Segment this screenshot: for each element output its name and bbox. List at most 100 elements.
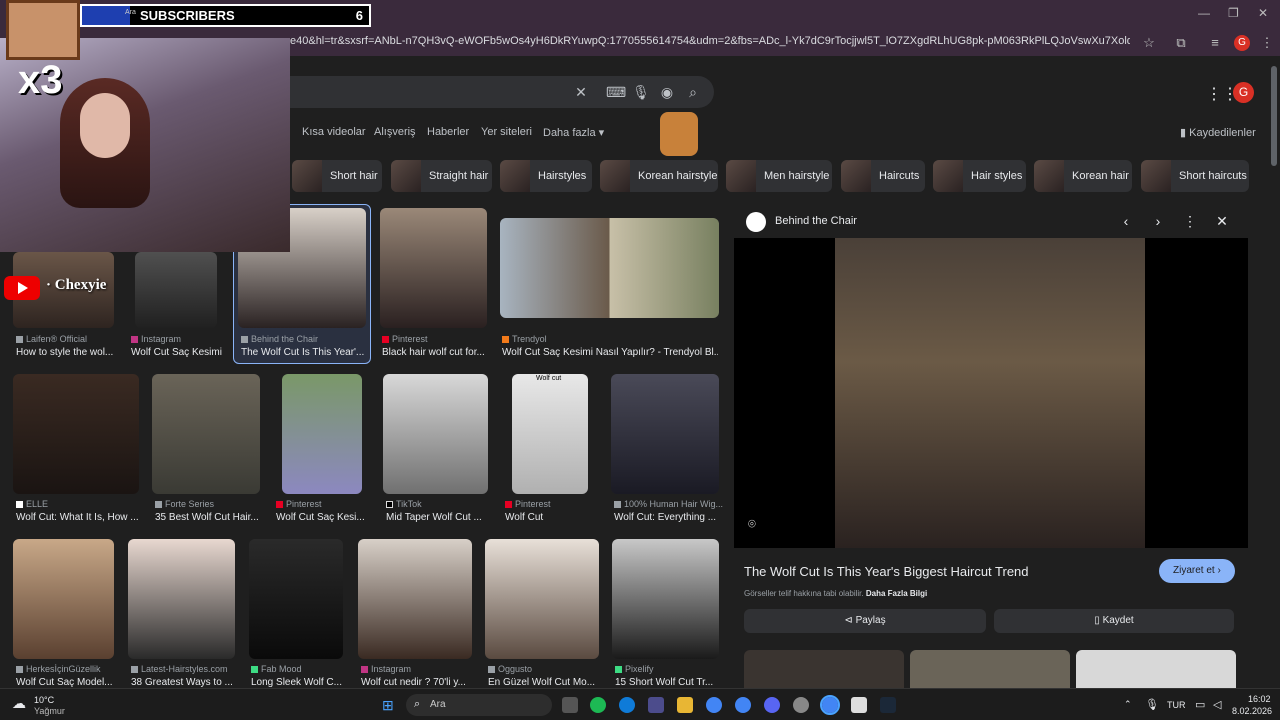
result-title[interactable]: The Wolf Cut Is This Year'... [241, 347, 366, 358]
result-title[interactable]: Wolf Cut: Everything ... [614, 512, 718, 523]
result-image[interactable] [611, 374, 719, 494]
file-explorer-icon[interactable] [677, 697, 693, 713]
spotify-icon[interactable] [590, 697, 606, 713]
chip-short-haircuts[interactable]: Short haircuts [1141, 160, 1249, 192]
language-indicator[interactable]: TUR [1167, 700, 1186, 710]
maximize-icon[interactable]: ❐ [1228, 6, 1239, 20]
result-title[interactable]: Black hair wolf cut for... [382, 347, 486, 358]
result-image[interactable] [152, 374, 260, 494]
preview-source[interactable]: Behind the Chair [775, 215, 857, 227]
media-icon[interactable]: ≡ [1206, 34, 1224, 52]
clock-date[interactable]: 8.02.2026 [1232, 706, 1272, 716]
profile-icon[interactable]: G [1234, 35, 1250, 51]
share-button[interactable]: ⊲ Paylaş [744, 609, 986, 633]
taskbar-search[interactable]: ⌕ Ara [406, 694, 552, 716]
result-image[interactable] [358, 539, 472, 659]
weather-desc[interactable]: Yağmur [34, 706, 65, 716]
result-title[interactable]: 15 Short Wolf Cut Tr... [615, 677, 719, 688]
tab-more[interactable]: Daha fazla ▾ [543, 126, 604, 139]
related-image[interactable] [744, 650, 904, 688]
visit-button[interactable]: Ziyaret et › [1159, 559, 1235, 583]
chip-short-hair[interactable]: Short hair [292, 160, 382, 192]
chrome-icon[interactable] [706, 697, 722, 713]
clear-icon[interactable]: ✕ [572, 83, 590, 101]
result-image[interactable] [612, 539, 719, 659]
result-image[interactable] [500, 218, 719, 318]
steam-icon[interactable] [880, 697, 896, 713]
chrome-active-icon[interactable] [820, 695, 840, 715]
result-title[interactable]: How to style the wol... [16, 347, 116, 358]
preview-title[interactable]: The Wolf Cut Is This Year's Biggest Hair… [744, 564, 1029, 579]
result-image[interactable] [485, 539, 599, 659]
settings-icon[interactable] [793, 697, 809, 713]
more-info-link[interactable]: Daha Fazla Bilgi [866, 589, 927, 598]
chip-haircuts[interactable]: Haircuts [841, 160, 925, 192]
preview-image-frame[interactable]: ⌾ [734, 238, 1248, 548]
network-icon[interactable]: ▭ [1195, 698, 1205, 711]
apps-grid-icon[interactable]: ⋮⋮ [1206, 84, 1238, 103]
more-options-icon[interactable]: ⋮ [1181, 212, 1199, 230]
store-icon[interactable] [648, 697, 664, 713]
tab-news[interactable]: Haberler [427, 126, 469, 138]
volume-icon[interactable]: ◁ [1213, 698, 1221, 711]
next-icon[interactable]: › [1149, 212, 1167, 230]
tab-short-videos[interactable]: Kısa videolar [302, 126, 366, 138]
result-title[interactable]: Wolf Cut Saç Kesi... [276, 512, 364, 523]
url-text[interactable]: e40&hl=tr&sxsrf=ANbL-n7QH3vQ-eWOFb5wOs4y… [290, 35, 1130, 47]
result-title[interactable]: Wolf Cut Saç Kesimi [131, 347, 231, 358]
result-image[interactable] [380, 208, 487, 328]
saved-link[interactable]: ▮ Kaydedilenler [1180, 126, 1256, 139]
save-button[interactable]: ▯ Kaydet [994, 609, 1234, 633]
close-window-icon[interactable]: ✕ [1258, 6, 1268, 20]
discord-icon[interactable] [764, 697, 780, 713]
page-scrollbar[interactable] [1268, 56, 1280, 688]
result-title[interactable]: En Güzel Wolf Cut Mo... [488, 677, 598, 688]
start-icon[interactable]: ⊞ [382, 697, 398, 713]
result-title[interactable]: Wolf Cut: What It Is, How ... [16, 512, 138, 523]
chip-hairstyles[interactable]: Hairstyles [500, 160, 592, 192]
search-icon[interactable]: ⌕ [684, 83, 702, 101]
result-title[interactable]: 35 Best Wolf Cut Hair... [155, 512, 259, 523]
result-title[interactable]: Wolf Cut Saç Kesimi Nasıl Yapılır? - Tre… [502, 347, 718, 358]
related-image[interactable] [910, 650, 1070, 688]
preview-image[interactable] [835, 238, 1145, 548]
result-image[interactable] [13, 539, 114, 659]
lens-search-icon[interactable]: ⌾ [748, 516, 756, 532]
search-input[interactable]: ✕ ⌨ 🎙 ◉ ⌕ [270, 76, 714, 108]
result-title[interactable]: Long Sleek Wolf C... [251, 677, 343, 688]
result-title[interactable]: Wolf Cut Saç Model... [16, 677, 116, 688]
chip-hair-styles[interactable]: Hair styles [933, 160, 1026, 192]
task-view-icon[interactable] [562, 697, 578, 713]
chip-straight-hair[interactable]: Straight hair [391, 160, 492, 192]
chrome-profile-icon[interactable] [735, 697, 751, 713]
avatar[interactable]: G [1233, 82, 1254, 103]
result-title[interactable]: 38 Greatest Ways to ... [131, 677, 235, 688]
result-image[interactable] [249, 539, 343, 659]
minimize-icon[interactable]: — [1198, 6, 1210, 20]
related-image[interactable] [1076, 650, 1236, 688]
result-title[interactable]: Wolf Cut [505, 512, 595, 523]
lens-icon[interactable]: ◉ [658, 83, 676, 101]
bookmark-star-icon[interactable]: ☆ [1140, 34, 1158, 52]
result-title[interactable]: Wolf cut nedir ? 70'li y... [361, 677, 471, 688]
previous-icon[interactable]: ‹ [1117, 212, 1135, 230]
result-image[interactable] [282, 374, 362, 494]
chip-men-hairstyle[interactable]: Men hairstyle [726, 160, 832, 192]
menu-dots-icon[interactable]: ⋮ [1258, 34, 1276, 52]
edge-icon[interactable] [619, 697, 635, 713]
extensions-icon[interactable]: ⧉ [1172, 34, 1190, 52]
close-icon[interactable]: ✕ [1213, 212, 1231, 230]
microphone-tray-icon[interactable]: 🎙 [1145, 698, 1159, 711]
result-image[interactable] [128, 539, 235, 659]
clock-time[interactable]: 16:02 [1248, 694, 1271, 704]
streamlabs-icon[interactable] [851, 697, 867, 713]
result-image[interactable] [135, 252, 217, 328]
result-image[interactable] [512, 374, 588, 494]
result-title[interactable]: Mid Taper Wolf Cut ... [386, 512, 488, 523]
microphone-icon[interactable]: 🎙 [632, 83, 650, 101]
tab-places[interactable]: Yer siteleri [481, 126, 532, 138]
weather-temp[interactable]: 10°C [34, 695, 54, 705]
result-image[interactable] [13, 374, 139, 494]
chip-korean-hairstyle[interactable]: Korean hairstyle [600, 160, 718, 192]
chip-korean-hair[interactable]: Korean hair [1034, 160, 1132, 192]
